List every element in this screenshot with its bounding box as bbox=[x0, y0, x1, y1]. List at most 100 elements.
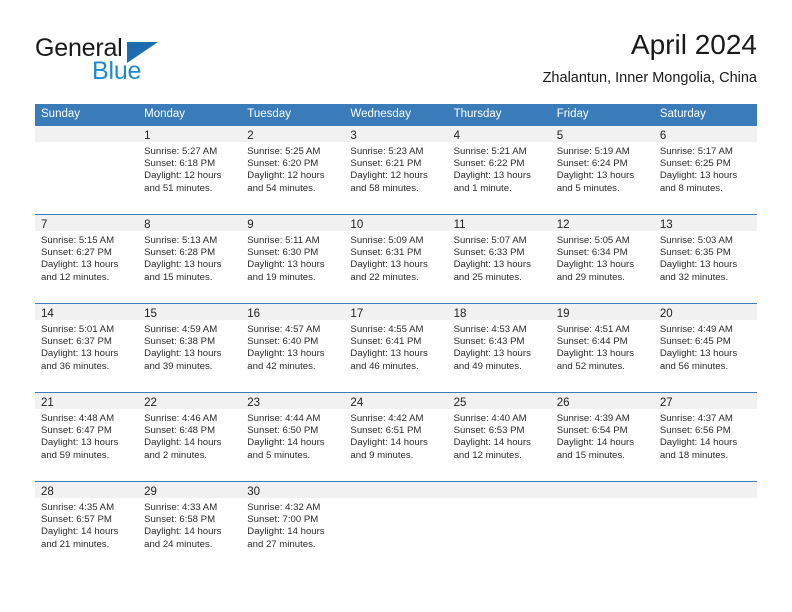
day-details: Sunrise: 4:39 AM Sunset: 6:54 PM Dayligh… bbox=[551, 409, 654, 462]
calendar-day-cell[interactable]: 13 Sunrise: 5:03 AM Sunset: 6:35 PM Dayl… bbox=[653, 215, 757, 303]
sunrise-text: Sunrise: 4:55 AM bbox=[350, 324, 424, 335]
sunset-text: Sunset: 6:56 PM bbox=[659, 425, 731, 437]
daylight-text-line2: and 52 minutes. bbox=[556, 360, 625, 372]
sunrise-text: Sunrise: 4:44 AM bbox=[247, 413, 321, 424]
calendar-day-cell[interactable]: 30 Sunrise: 4:32 AM Sunset: 7:00 PM Dayl… bbox=[241, 482, 345, 570]
sunrise-text: Sunrise: 4:57 AM bbox=[247, 324, 321, 335]
calendar-day-cell[interactable] bbox=[550, 482, 654, 570]
calendar-week-row: 14 Sunrise: 5:01 AM Sunset: 6:37 PM Dayl… bbox=[35, 303, 757, 392]
calendar-day-cell[interactable]: 28 Sunrise: 4:35 AM Sunset: 6:57 PM Dayl… bbox=[35, 482, 139, 570]
sunrise-text: Sunrise: 4:37 AM bbox=[659, 413, 733, 424]
calendar-day-cell[interactable] bbox=[447, 482, 551, 570]
day-number: 10 bbox=[350, 219, 364, 231]
day-number: 16 bbox=[247, 308, 261, 320]
calendar-day-cell[interactable]: 5 Sunrise: 5:19 AM Sunset: 6:24 PM Dayli… bbox=[550, 126, 654, 214]
calendar-day-cell[interactable]: 15 Sunrise: 4:59 AM Sunset: 6:38 PM Dayl… bbox=[138, 304, 242, 392]
sunset-text: Sunset: 6:43 PM bbox=[453, 336, 525, 348]
daylight-text-line1: Daylight: 13 hours bbox=[453, 170, 531, 182]
day-number: 19 bbox=[556, 308, 570, 320]
calendar-day-cell[interactable] bbox=[344, 482, 448, 570]
calendar-day-cell[interactable]: 22 Sunrise: 4:46 AM Sunset: 6:48 PM Dayl… bbox=[138, 393, 242, 481]
sunrise-text: Sunrise: 4:42 AM bbox=[350, 413, 424, 424]
day-number: 23 bbox=[247, 397, 261, 409]
calendar-day-cell[interactable]: 23 Sunrise: 4:44 AM Sunset: 6:50 PM Dayl… bbox=[241, 393, 345, 481]
daylight-text-line2: and 25 minutes. bbox=[453, 271, 522, 283]
calendar-day-cell[interactable]: 7 Sunrise: 5:15 AM Sunset: 6:27 PM Dayli… bbox=[35, 215, 139, 303]
day-number: 28 bbox=[41, 486, 54, 498]
calendar-day-cell[interactable]: 21 Sunrise: 4:48 AM Sunset: 6:47 PM Dayl… bbox=[35, 393, 139, 481]
calendar-day-cell[interactable]: 8 Sunrise: 5:13 AM Sunset: 6:28 PM Dayli… bbox=[138, 215, 242, 303]
sunset-text: Sunset: 6:24 PM bbox=[556, 158, 628, 170]
sunrise-text: Sunrise: 5:11 AM bbox=[247, 235, 320, 246]
sunset-text: Sunset: 6:54 PM bbox=[556, 425, 628, 437]
day-number-band: 4 bbox=[447, 126, 551, 142]
calendar-day-cell[interactable]: 29 Sunrise: 4:33 AM Sunset: 6:58 PM Dayl… bbox=[138, 482, 242, 570]
calendar-day-cell[interactable]: 16 Sunrise: 4:57 AM Sunset: 6:40 PM Dayl… bbox=[241, 304, 345, 392]
day-details: Sunrise: 5:09 AM Sunset: 6:31 PM Dayligh… bbox=[344, 231, 447, 284]
general-blue-logo[interactable]: General Blue bbox=[35, 34, 215, 85]
calendar-day-cell[interactable]: 9 Sunrise: 5:11 AM Sunset: 6:30 PM Dayli… bbox=[241, 215, 345, 303]
sunset-text: Sunset: 6:20 PM bbox=[247, 158, 319, 170]
sunset-text: Sunset: 6:27 PM bbox=[41, 247, 112, 259]
sunset-text: Sunset: 6:35 PM bbox=[659, 247, 731, 259]
day-number-band bbox=[447, 482, 551, 498]
weekday-header-row: Sunday Monday Tuesday Wednesday Thursday… bbox=[35, 104, 757, 125]
daylight-text-line2: and 56 minutes. bbox=[659, 360, 729, 372]
day-details: Sunrise: 4:46 AM Sunset: 6:48 PM Dayligh… bbox=[138, 409, 241, 462]
day-details: Sunrise: 4:32 AM Sunset: 7:00 PM Dayligh… bbox=[241, 498, 344, 551]
daylight-text-line1: Daylight: 13 hours bbox=[41, 348, 119, 360]
daylight-text-line1: Daylight: 13 hours bbox=[350, 259, 428, 271]
sunset-text: Sunset: 6:48 PM bbox=[144, 425, 216, 437]
daylight-text-line1: Daylight: 13 hours bbox=[247, 348, 325, 360]
calendar-day-cell[interactable]: 17 Sunrise: 4:55 AM Sunset: 6:41 PM Dayl… bbox=[344, 304, 448, 392]
calendar-day-cell[interactable]: 2 Sunrise: 5:25 AM Sunset: 6:20 PM Dayli… bbox=[241, 126, 345, 214]
calendar-day-cell[interactable]: 14 Sunrise: 5:01 AM Sunset: 6:37 PM Dayl… bbox=[35, 304, 139, 392]
day-number-band: 6 bbox=[653, 126, 757, 142]
calendar-day-cell[interactable]: 6 Sunrise: 5:17 AM Sunset: 6:25 PM Dayli… bbox=[653, 126, 757, 214]
sunset-text: Sunset: 6:21 PM bbox=[350, 158, 422, 170]
sunset-text: Sunset: 6:28 PM bbox=[144, 247, 216, 259]
day-details: Sunrise: 4:37 AM Sunset: 6:56 PM Dayligh… bbox=[654, 409, 757, 462]
daylight-text-line1: Daylight: 13 hours bbox=[41, 259, 119, 271]
weekday-header-wednesday: Wednesday bbox=[350, 108, 411, 120]
calendar-day-cell[interactable]: 4 Sunrise: 5:21 AM Sunset: 6:22 PM Dayli… bbox=[447, 126, 551, 214]
daylight-text-line2: and 27 minutes. bbox=[247, 538, 316, 550]
daylight-text-line2: and 24 minutes. bbox=[144, 538, 213, 550]
calendar-day-cell[interactable]: 24 Sunrise: 4:42 AM Sunset: 6:51 PM Dayl… bbox=[344, 393, 448, 481]
calendar-day-cell[interactable]: 26 Sunrise: 4:39 AM Sunset: 6:54 PM Dayl… bbox=[550, 393, 654, 481]
sunrise-text: Sunrise: 5:23 AM bbox=[350, 146, 424, 157]
sunset-text: Sunset: 6:44 PM bbox=[556, 336, 628, 348]
sunset-text: Sunset: 6:38 PM bbox=[144, 336, 216, 348]
day-number: 4 bbox=[453, 130, 460, 142]
day-details: Sunrise: 4:42 AM Sunset: 6:51 PM Dayligh… bbox=[344, 409, 447, 462]
day-number: 6 bbox=[659, 130, 667, 142]
sunrise-text: Sunrise: 5:27 AM bbox=[144, 146, 218, 157]
page-subtitle: Zhalantun, Inner Mongolia, China bbox=[542, 70, 757, 86]
calendar-day-cell[interactable] bbox=[653, 482, 757, 570]
daylight-text-line1: Daylight: 12 hours bbox=[350, 170, 428, 182]
calendar-day-cell[interactable]: 27 Sunrise: 4:37 AM Sunset: 6:56 PM Dayl… bbox=[653, 393, 757, 481]
sunrise-text: Sunrise: 4:32 AM bbox=[247, 502, 321, 513]
day-details: Sunrise: 4:33 AM Sunset: 6:58 PM Dayligh… bbox=[138, 498, 241, 551]
calendar-day-cell[interactable]: 25 Sunrise: 4:40 AM Sunset: 6:53 PM Dayl… bbox=[447, 393, 551, 481]
calendar-day-cell[interactable]: 20 Sunrise: 4:49 AM Sunset: 6:45 PM Dayl… bbox=[653, 304, 757, 392]
sunset-text: Sunset: 6:25 PM bbox=[659, 158, 731, 170]
day-details: Sunrise: 5:25 AM Sunset: 6:20 PM Dayligh… bbox=[241, 142, 344, 195]
calendar-day-cell[interactable]: 11 Sunrise: 5:07 AM Sunset: 6:33 PM Dayl… bbox=[447, 215, 551, 303]
calendar-day-cell[interactable]: 3 Sunrise: 5:23 AM Sunset: 6:21 PM Dayli… bbox=[344, 126, 448, 214]
weekday-header-saturday: Saturday bbox=[659, 108, 706, 120]
day-number-band: 11 bbox=[447, 215, 551, 231]
calendar-day-cell[interactable]: 18 Sunrise: 4:53 AM Sunset: 6:43 PM Dayl… bbox=[447, 304, 551, 392]
day-details: Sunrise: 4:40 AM Sunset: 6:53 PM Dayligh… bbox=[448, 409, 551, 462]
calendar-day-cell[interactable]: 10 Sunrise: 5:09 AM Sunset: 6:31 PM Dayl… bbox=[344, 215, 448, 303]
day-details: Sunrise: 4:35 AM Sunset: 6:57 PM Dayligh… bbox=[35, 498, 138, 551]
daylight-text-line1: Daylight: 13 hours bbox=[144, 259, 222, 271]
calendar-day-cell[interactable]: 19 Sunrise: 4:51 AM Sunset: 6:44 PM Dayl… bbox=[550, 304, 654, 392]
sunset-text: Sunset: 6:22 PM bbox=[453, 158, 525, 170]
calendar-day-cell[interactable]: 12 Sunrise: 5:05 AM Sunset: 6:34 PM Dayl… bbox=[550, 215, 654, 303]
calendar-day-cell[interactable]: 1 Sunrise: 5:27 AM Sunset: 6:18 PM Dayli… bbox=[138, 126, 242, 214]
sunrise-text: Sunrise: 4:35 AM bbox=[41, 502, 115, 513]
calendar-week-row: 21 Sunrise: 4:48 AM Sunset: 6:47 PM Dayl… bbox=[35, 392, 757, 481]
calendar-day-cell[interactable] bbox=[35, 126, 139, 214]
day-number-band: 28 bbox=[35, 482, 139, 498]
